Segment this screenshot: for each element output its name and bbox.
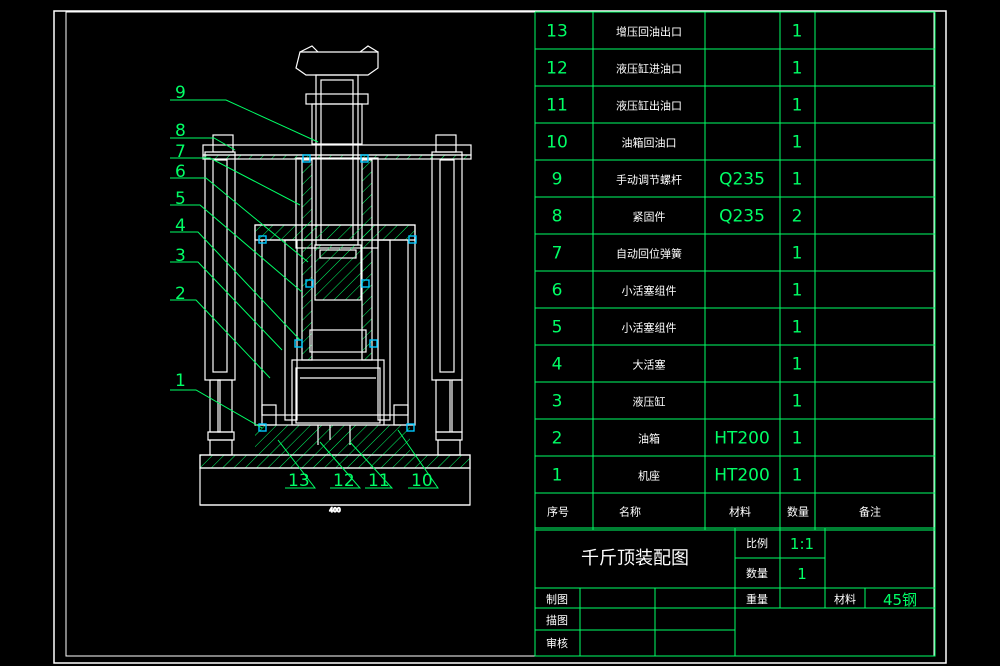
small-piston bbox=[314, 244, 362, 301]
bom-row-material: HT200 bbox=[714, 429, 770, 449]
bom-row-name: 液压缸出油口 bbox=[616, 99, 682, 113]
bom-row-no: 13 bbox=[546, 22, 568, 42]
bom-header-remark: 备注 bbox=[859, 505, 881, 519]
bom-row-material: Q235 bbox=[719, 170, 765, 190]
bom-row-no: 5 bbox=[552, 318, 563, 338]
bom-table: 13 增压回油出口 112 液压缸进油口 111 液压缸出油口 110 油箱回油口 19 手动调节… bbox=[534, 11, 936, 531]
callout-10: 10 bbox=[411, 471, 433, 491]
bom-row-qty: 1 bbox=[792, 355, 803, 375]
callout-13: 13 bbox=[288, 471, 310, 491]
bom-row-qty: 1 bbox=[792, 466, 803, 486]
bom-row-no: 6 bbox=[552, 281, 563, 301]
callout-8: 8 bbox=[175, 121, 186, 141]
bom-row-name: 大活塞 bbox=[633, 358, 666, 372]
bom-row-qty: 1 bbox=[792, 318, 803, 338]
bom-row-qty: 1 bbox=[792, 133, 803, 153]
screw-cap bbox=[295, 51, 379, 76]
scale-value: 1:1 bbox=[790, 535, 814, 553]
drawing-svg: 400 9 8 7 6 5 4 3 2 1 13 12 11 10 13 增压回… bbox=[53, 10, 947, 664]
bom-row-no: 1 bbox=[552, 466, 563, 486]
bom-row-no: 12 bbox=[546, 59, 568, 79]
bom-row-material: HT200 bbox=[714, 466, 770, 486]
bom-row-qty: 1 bbox=[792, 96, 803, 116]
bom-row-qty: 1 bbox=[792, 244, 803, 264]
callout-5: 5 bbox=[175, 189, 186, 209]
bom-row-no: 8 bbox=[552, 207, 563, 227]
base-hatch bbox=[199, 454, 471, 469]
screw-rod bbox=[315, 74, 359, 246]
callout-6: 6 bbox=[175, 162, 186, 182]
dimension-label: 400 bbox=[329, 507, 341, 514]
qty-label: 数量 bbox=[746, 567, 768, 580]
bom-row-name: 自动回位弹簧 bbox=[616, 247, 682, 261]
bom-row-no: 3 bbox=[552, 392, 563, 412]
bom-row-name: 小活塞组件 bbox=[622, 321, 677, 335]
bom-row-qty: 1 bbox=[792, 429, 803, 449]
bom-row-qty: 1 bbox=[792, 59, 803, 79]
bom-row-name: 手动调节螺杆 bbox=[616, 173, 682, 187]
material-value: 45钢 bbox=[883, 591, 917, 609]
bom-row-name: 机座 bbox=[638, 469, 660, 483]
bom-row-qty: 2 bbox=[792, 207, 803, 227]
bom-row-name: 紧固件 bbox=[633, 211, 666, 224]
top-plate bbox=[202, 144, 472, 156]
bom-row-no: 4 bbox=[552, 355, 563, 375]
scale-label: 比例 bbox=[746, 536, 768, 550]
bom-header-name: 名称 bbox=[619, 505, 641, 519]
title-block: 千斤顶装配图 比例 1:1 数量 1 重量 材料 45钢 制图 描图 审核 bbox=[534, 527, 936, 657]
bom-row-qty: 1 bbox=[792, 281, 803, 301]
bom-row-qty: 1 bbox=[792, 392, 803, 412]
callout-2: 2 bbox=[175, 284, 186, 304]
bom-row-no: 11 bbox=[546, 96, 568, 116]
jack-assembly: 400 bbox=[199, 45, 472, 515]
inner-frame bbox=[65, 11, 935, 657]
bom-row-name: 小活塞组件 bbox=[622, 284, 677, 298]
bom-row-material: Q235 bbox=[719, 207, 765, 227]
traced-label: 描图 bbox=[546, 613, 568, 627]
bom-row-name: 油箱回油口 bbox=[622, 136, 677, 150]
bom-header-no: 序号 bbox=[547, 505, 569, 519]
callout-7: 7 bbox=[175, 142, 186, 162]
bom-row-no: 10 bbox=[546, 133, 568, 153]
bom-row-name: 液压缸进油口 bbox=[616, 62, 682, 76]
bom-row-name: 油箱 bbox=[638, 432, 660, 446]
bom-row-no: 9 bbox=[552, 170, 563, 190]
bom-header-qty: 数量 bbox=[787, 506, 809, 519]
bom-row-no: 2 bbox=[552, 429, 563, 449]
callout-4: 4 bbox=[175, 216, 186, 236]
callout-9: 9 bbox=[175, 83, 186, 103]
right-column bbox=[431, 151, 463, 381]
material-label: 材料 bbox=[834, 592, 856, 606]
bom-row-name: 增压回油出口 bbox=[616, 25, 682, 39]
outer-frame bbox=[53, 10, 947, 664]
callout-11: 11 bbox=[368, 471, 390, 491]
drawing-title: 千斤顶装配图 bbox=[581, 548, 689, 569]
checked-label: 审核 bbox=[546, 636, 568, 650]
bom-row-name: 液压缸 bbox=[633, 395, 666, 409]
qty-value: 1 bbox=[797, 565, 807, 583]
callout-3: 3 bbox=[175, 246, 186, 266]
drawn-label: 制图 bbox=[546, 593, 568, 606]
bom-row-qty: 1 bbox=[792, 22, 803, 42]
bom-row-no: 7 bbox=[552, 244, 563, 264]
cad-drawing-canvas: 400 9 8 7 6 5 4 3 2 1 13 12 11 10 13 增压回… bbox=[0, 0, 1000, 666]
weight-label: 重量 bbox=[746, 592, 768, 606]
callout-1: 1 bbox=[175, 371, 186, 391]
bom-row-qty: 1 bbox=[792, 170, 803, 190]
callout-12: 12 bbox=[333, 471, 355, 491]
bom-header-material: 材料 bbox=[729, 505, 751, 519]
